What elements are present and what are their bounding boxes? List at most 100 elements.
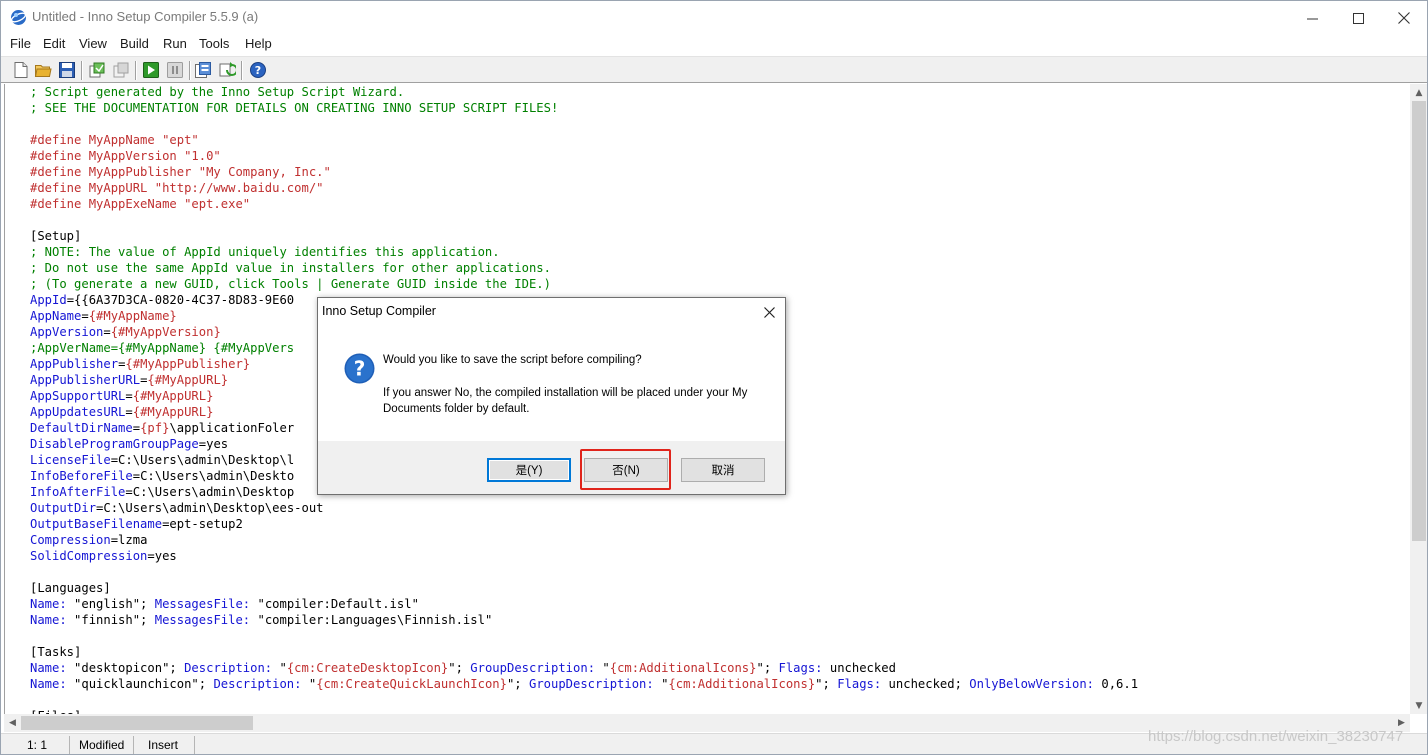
code-token: MessagesFile: <box>154 613 251 627</box>
code-token: =C:\Users\admin\Desktop <box>125 485 295 499</box>
pause-icon[interactable] <box>166 61 184 79</box>
code-token: = <box>81 309 89 323</box>
code-line: [Tasks] <box>30 644 1138 660</box>
menu-build[interactable]: Build <box>120 36 149 51</box>
code-token: MessagesFile: <box>154 597 251 611</box>
title-bar: Untitled - Inno Setup Compiler 5.5.9 (a) <box>1 1 1427 35</box>
save-prompt-dialog: Inno Setup Compiler ? Would you like to … <box>317 297 786 495</box>
code-token: GroupDescription: <box>528 677 654 691</box>
vertical-scroll-thumb[interactable] <box>1412 101 1426 541</box>
code-token: {#MyAppURL} <box>147 373 229 387</box>
dialog-title: Inno Setup Compiler <box>322 304 436 318</box>
code-line: ; Script generated by the Inno Setup Scr… <box>30 84 1138 100</box>
close-button[interactable] <box>1381 1 1427 35</box>
minimize-icon <box>1306 18 1318 19</box>
code-token: {cm:AdditionalIcons} <box>668 677 816 691</box>
code-token: OutputDir <box>30 501 97 515</box>
menu-tools[interactable]: Tools <box>199 36 229 51</box>
menu-run[interactable]: Run <box>163 36 187 51</box>
code-token: {#MyAppURL} <box>132 389 214 403</box>
cancel-button[interactable]: 取消 <box>681 458 765 482</box>
code-token: " <box>653 677 669 691</box>
save-icon[interactable] <box>58 61 76 79</box>
horizontal-scroll-thumb[interactable] <box>21 716 253 730</box>
code-token: ; Do not use the same AppId value in ins… <box>30 261 551 275</box>
open-file-icon[interactable] <box>34 61 52 79</box>
code-token: =yes <box>198 437 229 451</box>
code-token: DisableProgramGroupPage <box>30 437 199 451</box>
toolbar-separator <box>189 61 191 80</box>
code-line: OutputDir=C:\Users\admin\Desktop\ees-out <box>30 500 1138 516</box>
code-token: {#MyAppURL} <box>132 405 214 419</box>
question-icon: ? <box>344 353 375 384</box>
dialog-title-bar: Inno Setup Compiler <box>318 298 785 326</box>
scroll-left-icon[interactable]: ◀ <box>4 714 21 732</box>
code-token: ={{6A37D3CA-0820-4C37-8D83-9E60 <box>66 293 295 307</box>
toolbar: ? <box>1 56 1427 83</box>
code-token: ; SEE THE DOCUMENTATION FOR DETAILS ON C… <box>30 101 559 115</box>
code-token: =lzma <box>110 533 148 547</box>
code-token: [Tasks] <box>30 645 82 659</box>
code-token: = <box>125 405 133 419</box>
code-token: {cm:AdditionalIcons} <box>609 661 757 675</box>
code-line: Name: "english"; MessagesFile: "compiler… <box>30 596 1138 612</box>
new-file-icon[interactable] <box>12 61 30 79</box>
help-icon[interactable]: ? <box>249 61 267 79</box>
app-window: Untitled - Inno Setup Compiler 5.5.9 (a)… <box>0 0 1428 755</box>
code-line: [Setup] <box>30 228 1138 244</box>
menu-view[interactable]: View <box>79 36 107 51</box>
code-line: #define MyAppURL "http://www.baidu.com/" <box>30 180 1138 196</box>
code-token: = <box>132 421 141 435</box>
code-token: "; <box>815 677 838 691</box>
minimize-button[interactable] <box>1289 1 1335 35</box>
close-icon <box>763 306 775 318</box>
code-line: #define MyAppPublisher "My Company, Inc.… <box>30 164 1138 180</box>
code-line: ​ <box>30 628 1138 644</box>
code-token: #define MyAppURL "http://www.baidu.com/" <box>30 181 324 195</box>
code-line: ; Do not use the same AppId value in ins… <box>30 260 1138 276</box>
code-token: AppPublisherURL <box>30 373 141 387</box>
scroll-up-icon[interactable]: ▲ <box>1410 84 1427 101</box>
code-token: AppId <box>30 293 67 307</box>
code-token: {pf} <box>140 421 170 435</box>
no-button[interactable]: 否(N) <box>584 458 668 482</box>
refresh-icon[interactable] <box>218 61 236 79</box>
code-line: [Languages] <box>30 580 1138 596</box>
code-token: Description: <box>184 661 273 675</box>
dialog-close-button[interactable] <box>758 301 780 323</box>
code-token: AppVersion <box>30 325 104 339</box>
code-token: {#MyAppName} <box>88 309 177 323</box>
menu-help[interactable]: Help <box>245 36 272 51</box>
code-token: "; <box>506 677 529 691</box>
svg-text:?: ? <box>354 357 366 381</box>
compile-icon[interactable] <box>88 61 106 79</box>
modified-indicator: Modified <box>79 738 125 752</box>
code-token: unchecked <box>822 661 896 675</box>
menu-edit[interactable]: Edit <box>43 36 65 51</box>
code-line: Name: "finnish"; MessagesFile: "compiler… <box>30 612 1138 628</box>
run-icon[interactable] <box>142 61 160 79</box>
toolbar-separator <box>135 61 137 80</box>
vertical-scrollbar[interactable]: ▲ ▼ <box>1410 84 1427 714</box>
code-token: OnlyBelowVersion: <box>969 677 1095 691</box>
code-token: "; <box>756 661 779 675</box>
yes-button[interactable]: 是(Y) <box>487 458 571 482</box>
code-token: [Languages] <box>30 581 111 595</box>
code-token: AppPublisher <box>30 357 119 371</box>
maximize-button[interactable] <box>1335 1 1381 35</box>
code-token: "; <box>448 661 471 675</box>
code-token: ;AppVerName={#MyAppName} {#MyAppVers <box>30 341 295 355</box>
menu-file[interactable]: File <box>10 36 31 51</box>
code-line: ​ <box>30 692 1138 708</box>
code-token: =yes <box>147 549 177 563</box>
code-token: {cm:CreateDesktopIcon} <box>286 661 449 675</box>
code-token: =C:\Users\admin\Desktop\ees-out <box>96 501 324 515</box>
target-setup-icon[interactable] <box>194 61 212 79</box>
scroll-down-icon[interactable]: ▼ <box>1410 697 1427 714</box>
stop-compile-icon[interactable] <box>112 61 130 79</box>
code-line: Name: "desktopicon"; Description: "{cm:C… <box>30 660 1138 676</box>
code-line: ​ <box>30 564 1138 580</box>
cursor-position: 1: 1 <box>27 738 48 752</box>
code-line: Name: "quicklaunchicon"; Description: "{… <box>30 676 1138 692</box>
code-token: \applicationFoler <box>169 421 295 435</box>
